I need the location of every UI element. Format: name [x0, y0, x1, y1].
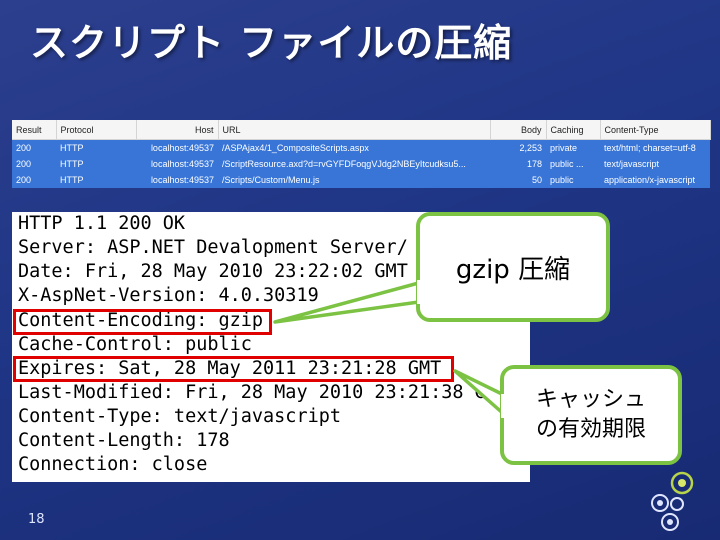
gzip-callout: gzip 圧縮 [416, 212, 610, 322]
pointer-seam [501, 394, 511, 418]
gzip-callout-label: gzip 圧縮 [455, 254, 571, 285]
expires-callout-line2: の有効期限 [535, 417, 646, 442]
page-number: 18 [28, 512, 45, 527]
pointer-seam [417, 280, 429, 304]
gzip-callout-pointer [273, 279, 428, 324]
expires-callout-pointer [453, 369, 508, 418]
expires-callout: キャッシュ の有効期限 [500, 365, 682, 465]
conference-logo-icon [651, 471, 694, 531]
expires-callout-line1: キャッシュ [535, 387, 646, 412]
